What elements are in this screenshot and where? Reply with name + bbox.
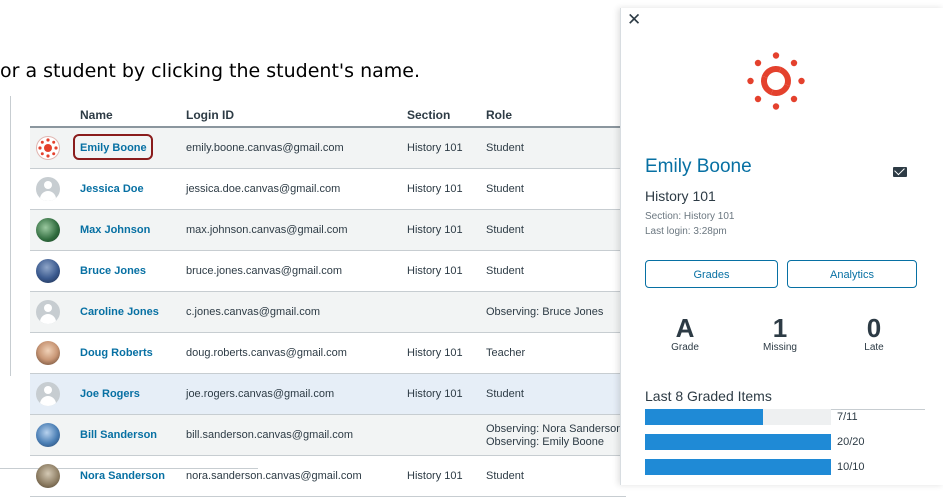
student-context-tray: ✕ Emily Boone History 101 Section: Histo…	[620, 8, 943, 485]
table-row: Doug Roberts doug.roberts.canvas@gmail.c…	[30, 333, 626, 374]
late-label: Late	[864, 342, 884, 353]
photo-avatar[interactable]	[36, 341, 60, 365]
photo-avatar[interactable]	[36, 218, 60, 242]
student-name-link[interactable]: Joe Rogers	[80, 388, 140, 400]
role: Observing: Nora Sanderson Observing: Emi…	[486, 423, 622, 449]
graded-item-score: 7/11	[837, 411, 858, 423]
missing-value: 1	[772, 313, 788, 343]
login-id: emily.boone.canvas@gmail.com	[186, 142, 344, 154]
header-role[interactable]: Role	[486, 108, 512, 122]
role: Student	[486, 183, 524, 195]
login-id: jessica.doe.canvas@gmail.com	[186, 183, 341, 195]
student-name-link[interactable]: Caroline Jones	[80, 306, 159, 318]
grade-value: A	[675, 313, 695, 343]
student-name-link[interactable]: Doug Roberts	[80, 347, 153, 359]
section: History 101	[407, 347, 463, 359]
login-id: max.johnson.canvas@gmail.com	[186, 224, 348, 236]
section: History 101	[407, 470, 463, 482]
graded-item-bar[interactable]	[645, 409, 831, 425]
role: Observing: Bruce Jones	[486, 306, 604, 318]
header-login-id[interactable]: Login ID	[186, 108, 234, 122]
canvas-logo-avatar[interactable]	[36, 136, 60, 160]
student-name-link[interactable]: Jessica Doe	[80, 183, 144, 195]
grades-button[interactable]: Grades	[645, 260, 778, 288]
login-id: doug.roberts.canvas@gmail.com	[186, 347, 347, 359]
graded-item-fill	[645, 434, 831, 450]
grade-label: Grade	[671, 342, 699, 353]
role-line-1: Observing: Nora Sanderson	[486, 423, 623, 435]
people-table: Name Login ID Section Role Emily Boone e…	[30, 101, 626, 497]
photo-avatar[interactable]	[36, 464, 60, 488]
late-value: 0	[866, 313, 882, 343]
section: History 101	[407, 265, 463, 277]
close-icon[interactable]: ✕	[627, 10, 641, 30]
frame-left-border	[10, 96, 11, 376]
canvas-logo-icon	[38, 138, 58, 158]
course-name: History 101	[645, 188, 716, 204]
table-header: Name Login ID Section Role	[30, 101, 626, 128]
student-name-link[interactable]: Max Johnson	[80, 224, 150, 236]
missing-stat: 1 Missing	[745, 314, 815, 353]
graded-item-bar[interactable]	[645, 459, 831, 475]
login-id: nora.sanderson.canvas@gmail.com	[186, 470, 362, 482]
table-row: Jessica Doe jessica.doe.canvas@gmail.com…	[30, 169, 626, 210]
login-id: joe.rogers.canvas@gmail.com	[186, 388, 335, 400]
default-avatar[interactable]	[36, 382, 60, 406]
graded-item-bar[interactable]	[645, 434, 831, 450]
graded-item-fill	[645, 459, 831, 475]
login-id: bruce.jones.canvas@gmail.com	[186, 265, 343, 277]
default-avatar[interactable]	[36, 177, 60, 201]
graded-item-score: 10/10	[837, 461, 865, 473]
header-section[interactable]: Section	[407, 108, 450, 122]
section: History 101	[407, 388, 463, 400]
student-name-link[interactable]: Bruce Jones	[80, 265, 146, 277]
instruction-text: or a student by clicking the student's n…	[0, 60, 420, 82]
late-stat: 0 Late	[839, 314, 909, 353]
role: Student	[486, 142, 524, 154]
missing-label: Missing	[763, 342, 797, 353]
section-info: Section: History 101	[645, 211, 735, 222]
graded-items-title: Last 8 Graded Items	[645, 388, 772, 404]
role: Student	[486, 470, 524, 482]
student-name-link[interactable]: Bill Sanderson	[80, 429, 157, 441]
section: History 101	[407, 183, 463, 195]
graded-item-score: 20/20	[837, 436, 865, 448]
role: Student	[486, 388, 524, 400]
role: Student	[486, 265, 524, 277]
mail-icon[interactable]	[893, 167, 907, 177]
student-name-link[interactable]: Emily Boone	[80, 142, 147, 154]
section: History 101	[407, 224, 463, 236]
login-id: c.jones.canvas@gmail.com	[186, 306, 321, 318]
table-row: Max Johnson max.johnson.canvas@gmail.com…	[30, 210, 626, 251]
header-name[interactable]: Name	[80, 108, 113, 122]
table-row: Nora Sanderson nora.sanderson.canvas@gma…	[30, 456, 626, 497]
section: History 101	[407, 142, 463, 154]
student-name-heading[interactable]: Emily Boone	[645, 156, 752, 178]
table-row: Joe Rogers joe.rogers.canvas@gmail.com H…	[30, 374, 626, 415]
photo-avatar[interactable]	[36, 423, 60, 447]
role: Teacher	[486, 347, 526, 359]
canvas-logo-icon	[747, 52, 805, 110]
default-avatar[interactable]	[36, 300, 60, 324]
graded-item-fill	[645, 409, 764, 425]
table-row: Bill Sanderson bill.sanderson.canvas@gma…	[30, 415, 626, 456]
photo-avatar[interactable]	[36, 259, 60, 283]
analytics-button[interactable]: Analytics	[787, 260, 917, 288]
role: Student	[486, 224, 524, 236]
login-id: bill.sanderson.canvas@gmail.com	[186, 429, 354, 441]
table-row: Bruce Jones bruce.jones.canvas@gmail.com…	[30, 251, 626, 292]
role-line-2: Observing: Emily Boone	[486, 436, 604, 448]
last-login-info: Last login: 3:28pm	[645, 226, 727, 237]
grade-stat: A Grade	[650, 314, 720, 353]
table-row: Emily Boone emily.boone.canvas@gmail.com…	[30, 128, 626, 169]
student-name-link[interactable]: Nora Sanderson	[80, 470, 165, 482]
table-row: Caroline Jones c.jones.canvas@gmail.com …	[30, 292, 626, 333]
